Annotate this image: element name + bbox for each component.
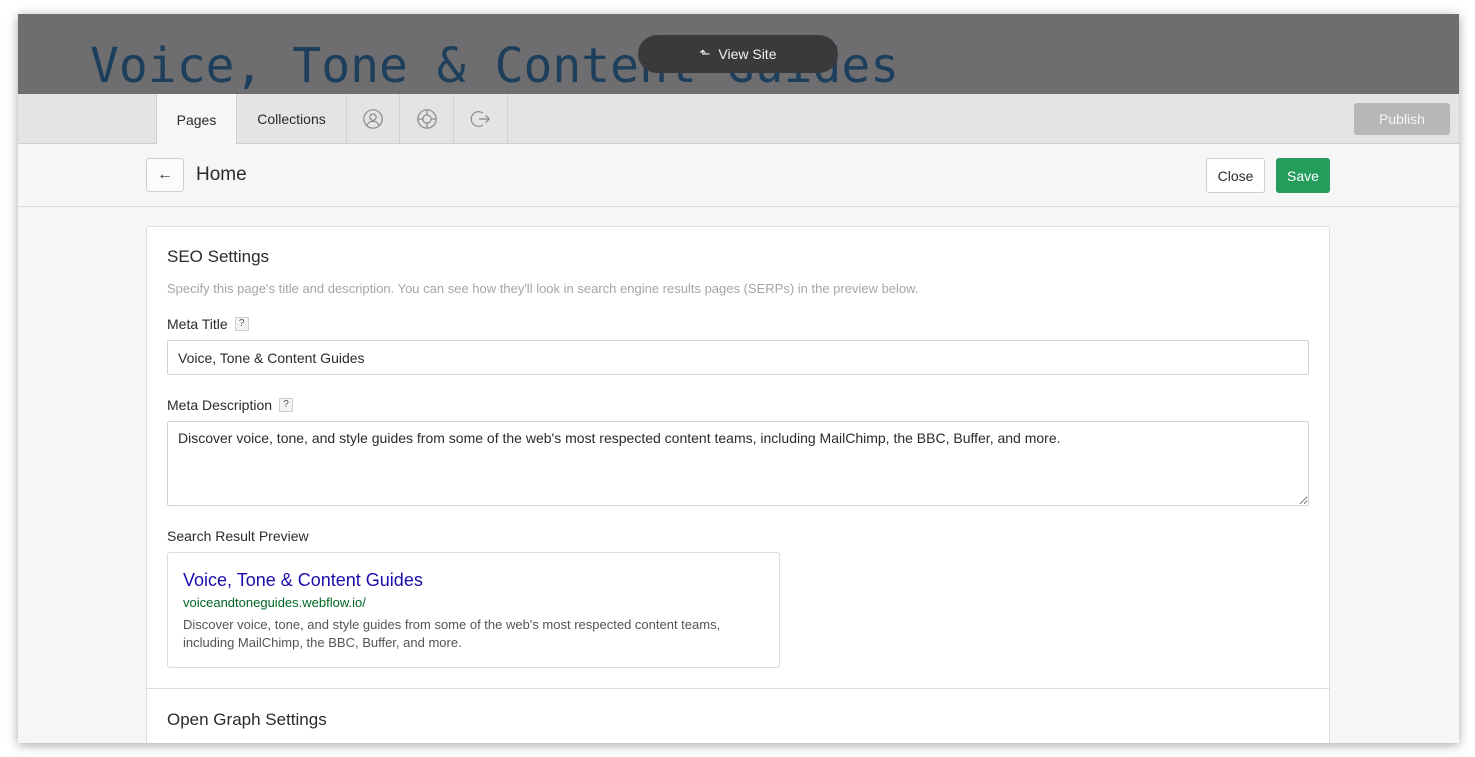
- meta-description-textarea[interactable]: Discover voice, tone, and style guides f…: [167, 421, 1309, 506]
- arrow-up-icon: ⬑: [699, 46, 711, 61]
- view-site-button[interactable]: ⬑ View Site: [638, 35, 838, 73]
- search-result-preview: Voice, Tone & Content Guides voiceandton…: [167, 552, 780, 668]
- back-button[interactable]: ←: [146, 158, 184, 192]
- meta-title-label-row: Meta Title ?: [167, 316, 249, 332]
- tab-logout[interactable]: [454, 94, 508, 144]
- page-title: Home: [196, 164, 247, 185]
- help-lifebuoy-icon: [416, 108, 438, 130]
- search-preview-label-text: Search Result Preview: [167, 528, 309, 544]
- seo-help-text: Specify this page's title and descriptio…: [167, 281, 919, 296]
- tab-account[interactable]: [347, 94, 400, 144]
- editor-window: Voice, Tone & Content Guides ⬑ View Site…: [18, 14, 1459, 743]
- logout-icon: [470, 108, 492, 130]
- tab-collections[interactable]: Collections: [237, 94, 347, 144]
- site-header: Voice, Tone & Content Guides ⬑ View Site: [18, 14, 1459, 94]
- arrow-left-icon: ←: [157, 166, 173, 183]
- tab-bar: Pages Collections Publish: [18, 94, 1459, 145]
- tab-help[interactable]: [400, 94, 454, 144]
- meta-title-help-icon[interactable]: ?: [234, 317, 249, 331]
- save-button[interactable]: Save: [1276, 158, 1330, 193]
- view-site-label: View Site: [718, 46, 777, 62]
- open-graph-heading: Open Graph Settings: [167, 710, 327, 729]
- search-preview-label: Search Result Preview: [167, 528, 309, 544]
- meta-description-label-row: Meta Description ?: [167, 397, 294, 413]
- page-header: ← Home Close Save: [18, 144, 1459, 207]
- seo-settings-heading: SEO Settings: [167, 247, 270, 266]
- publish-button[interactable]: Publish: [1354, 103, 1450, 135]
- user-icon: [362, 108, 384, 130]
- close-button[interactable]: Close: [1206, 158, 1265, 193]
- tab-pages-label: Pages: [176, 111, 217, 128]
- tab-collections-label: Collections: [257, 111, 326, 127]
- tab-pages[interactable]: Pages: [156, 94, 237, 145]
- seo-settings-card: SEO Settings Specify this page's title a…: [146, 226, 1330, 743]
- meta-title-input[interactable]: [167, 340, 1309, 375]
- meta-description-label: Meta Description: [167, 397, 273, 413]
- meta-description-help-icon[interactable]: ?: [279, 398, 294, 412]
- preview-url: voiceandtoneguides.webflow.io/: [183, 595, 366, 610]
- meta-title-label: Meta Title: [167, 316, 228, 332]
- section-divider: [147, 688, 1329, 689]
- preview-title: Voice, Tone & Content Guides: [183, 570, 423, 590]
- preview-description: Discover voice, tone, and style guides f…: [183, 617, 721, 650]
